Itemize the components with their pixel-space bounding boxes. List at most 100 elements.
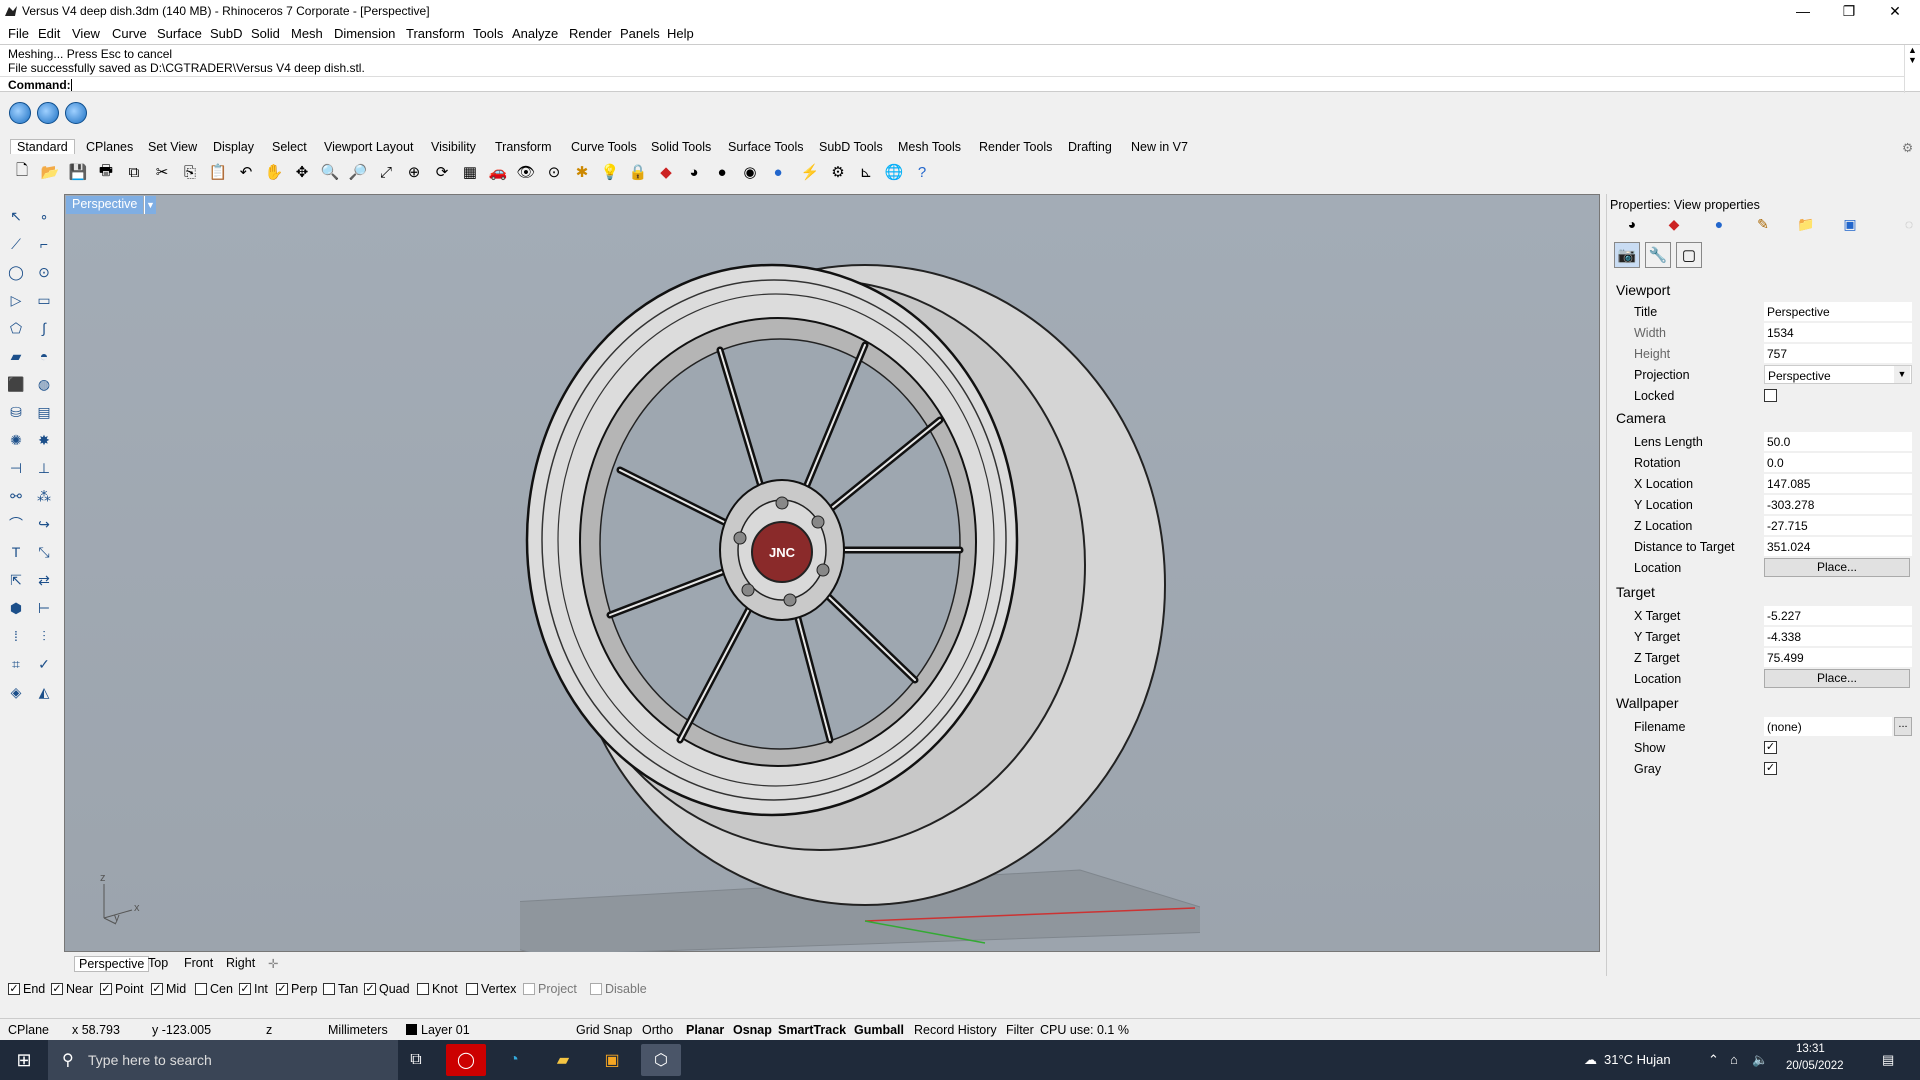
new-file-icon[interactable]: 🗋 [10,160,34,184]
field-title[interactable]: Perspective [1764,302,1912,321]
osnap-project[interactable]: Project [523,982,577,996]
notification-icon[interactable]: ▤ [1882,1052,1894,1068]
chevron-down-icon[interactable]: ▼ [1894,366,1910,383]
shaded-sphere-icon[interactable]: ● [710,160,734,184]
mirror-icon[interactable]: ⇄ [32,568,56,592]
osnap-quad[interactable]: ✓ Quad [364,982,410,996]
align-icon[interactable]: ⫶ [32,624,56,648]
clock-time[interactable]: 13:31 [1796,1043,1825,1055]
menu-mesh[interactable]: Mesh [291,26,323,41]
planar-toggle[interactable]: Planar [686,1023,724,1037]
command-line[interactable]: Command: [0,76,1904,92]
render-tab-icon[interactable]: ● [1710,216,1728,232]
viewport-menu-chevron-down-icon[interactable]: ▼ [144,196,156,214]
field-rotation[interactable]: 0.0 [1764,453,1912,472]
osnap-near[interactable]: ✓ Near [51,982,93,996]
frame-icon[interactable]: ▢ [1676,242,1702,268]
osnap-cen[interactable]: Cen [195,982,233,996]
ellipse-icon[interactable]: ⊙ [32,260,56,284]
command-scrollbar[interactable]: ▲ ▼ [1904,45,1920,93]
material-icon[interactable]: ◭ [32,680,56,704]
open-folder-icon[interactable]: 📂 [38,160,62,184]
browse-button[interactable]: ... [1894,717,1912,736]
layer-icon[interactable]: ◆ [654,160,678,184]
fillet-icon[interactable]: ⌒ [4,512,28,536]
tab-curve-tools[interactable]: Curve Tools [569,140,639,154]
tab-new-in-v7[interactable]: New in V7 [1129,140,1190,154]
osnap-disable[interactable]: Disable [590,982,647,996]
sweep-icon[interactable]: ◓ [32,344,56,368]
zoom-icon[interactable]: 🔍 [318,160,342,184]
viewport-title[interactable]: Perspective [66,196,144,214]
tab-display[interactable]: Display [211,140,256,154]
rotate-icon[interactable]: ⟳ [430,160,454,184]
weather-icon[interactable]: ☁ [1584,1052,1597,1068]
settings-gear-icon[interactable]: ⚙ [1900,140,1915,155]
menu-panels[interactable]: Panels [620,26,660,41]
osnap-int[interactable]: ✓ Int [239,982,268,996]
save-icon[interactable]: 💾 [66,160,90,184]
camera-icon[interactable]: 📷 [1614,242,1640,268]
record-history-toggle[interactable]: Record History [914,1023,997,1037]
tab-set-view[interactable]: Set View [146,140,199,154]
tools-icon[interactable]: 🔧 [1645,242,1671,268]
zoom-extents-icon[interactable]: ⤢ [374,160,398,184]
text-icon[interactable]: T [4,540,28,564]
menu-tools[interactable]: Tools [473,26,503,41]
close-button[interactable]: ✕ [1872,0,1918,22]
tab-viewport-layout[interactable]: Viewport Layout [322,140,415,154]
tab-drafting[interactable]: Drafting [1066,140,1114,154]
cut-icon[interactable]: ✂ [150,160,174,184]
four-views-icon[interactable]: ▦ [458,160,482,184]
cplane-icon[interactable]: ⊙ [542,160,566,184]
edge-icon[interactable]: ◔ [494,1044,534,1076]
field-z-location[interactable]: -27.715 [1764,516,1912,535]
show-checkbox[interactable]: ✓ [1764,741,1777,754]
gear-icon[interactable] [65,102,87,124]
menu-surface[interactable]: Surface [157,26,202,41]
field-y-location[interactable]: -303.278 [1764,495,1912,514]
field-y-target[interactable]: -4.338 [1764,627,1912,646]
tab-perspective[interactable]: Perspective [74,956,150,972]
object-snap-icon[interactable]: ✱ [570,160,594,184]
mesh-icon[interactable]: ▤ [32,400,56,424]
polygon-icon[interactable]: ⬠ [4,316,28,340]
trim-icon[interactable]: ⊣ [4,456,28,480]
field-height[interactable]: 757 [1764,344,1912,363]
paste-icon[interactable]: 📋 [206,160,230,184]
units-label[interactable]: Millimeters [328,1023,388,1037]
rotate-view-icon[interactable]: ✥ [290,160,314,184]
tab-solid-tools[interactable]: Solid Tools [649,140,713,154]
tab-top[interactable]: Top [148,956,168,970]
dimension-tool-icon[interactable]: ⊢ [32,596,56,620]
split-icon[interactable]: ⊥ [32,456,56,480]
print-icon[interactable]: 🖶 [94,160,118,184]
current-layer[interactable]: Layer 01 [421,1023,470,1037]
tab-right[interactable]: Right [226,956,255,970]
tab-render-tools[interactable]: Render Tools [977,140,1054,154]
join-icon[interactable]: ⁂ [32,484,56,508]
file-explorer-icon[interactable]: ▰ [543,1044,583,1076]
minimize-button[interactable]: — [1780,0,1826,22]
globe-icon[interactable]: 🌐 [882,160,906,184]
options-gear-icon[interactable]: ⚙ [826,160,850,184]
tab-visibility[interactable]: Visibility [429,140,478,154]
car-icon[interactable]: 🚗 [486,160,510,184]
surface-icon[interactable]: ▰ [4,344,28,368]
field-lens-length[interactable]: 50.0 [1764,432,1912,451]
tab-mesh-tools[interactable]: Mesh Tools [896,140,963,154]
color-wheel-icon[interactable]: ◕ [682,160,706,184]
cylinder-icon[interactable]: ⛁ [4,400,28,424]
tab-subd-tools[interactable]: SubD Tools [817,140,885,154]
freeform-curve-icon[interactable]: ∫ [32,316,56,340]
array-icon[interactable]: ⁞ [4,624,28,648]
osnap-point[interactable]: ✓ Point [100,982,144,996]
import-icon[interactable]: ⧉ [122,160,146,184]
tab-front[interactable]: Front [184,956,213,970]
rectangle-icon[interactable]: ▭ [32,288,56,312]
gumball-toggle[interactable]: Gumball [854,1023,904,1037]
light-bulb-icon[interactable]: 💡 [598,160,622,184]
menu-edit[interactable]: Edit [38,26,60,41]
check-icon[interactable]: ✓ [32,652,56,676]
zoom-selected-icon[interactable]: ⊕ [402,160,426,184]
